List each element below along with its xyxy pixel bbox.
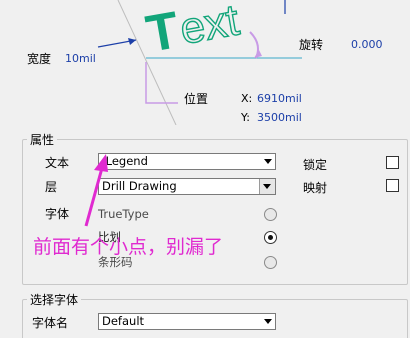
chevron-down-icon <box>264 159 272 164</box>
font-name-combo-value: Default <box>102 314 145 328</box>
chevron-down-icon <box>264 319 272 324</box>
rotation-label: 旋转 <box>299 38 324 52</box>
position-x-label: X: <box>241 92 253 105</box>
annotation-note: 前面有个小点，别漏了 <box>33 236 224 258</box>
width-value[interactable]: 10mil <box>65 52 96 65</box>
position-y-label: Y: <box>241 111 250 124</box>
position-label: 位置 <box>184 92 209 106</box>
font-select-group-title: 选择字体 <box>27 291 82 308</box>
font-option-truetype-radio[interactable] <box>264 208 277 221</box>
rotation-value[interactable]: 0.000 <box>351 38 383 51</box>
font-name-label: 字体名 <box>32 316 69 330</box>
font-option-stroke-radio[interactable] <box>264 231 277 244</box>
text-label: 文本 <box>45 156 70 170</box>
position-x-value[interactable]: 6910mil <box>257 92 302 105</box>
lock-label: 锁定 <box>303 158 328 172</box>
layer-combo[interactable]: Drill Drawing <box>98 178 276 195</box>
annotation-arrow <box>84 154 108 227</box>
text-preview-diagram: T ext 宽度 10mil 旋转 0.000 位置 X: 6910mil Y:… <box>0 0 410 125</box>
mirror-label: 映射 <box>303 181 328 195</box>
width-label: 宽度 <box>27 52 52 66</box>
font-option-barcode-radio[interactable] <box>264 256 277 269</box>
mirror-checkbox[interactable] <box>386 179 399 192</box>
font-label: 字体 <box>45 207 70 221</box>
font-name-combo[interactable]: Default <box>98 313 276 330</box>
position-y-value[interactable]: 3500mil <box>257 111 302 124</box>
chevron-down-icon <box>263 184 271 189</box>
lock-checkbox[interactable] <box>386 156 399 169</box>
layer-label: 层 <box>45 180 58 194</box>
text-combo[interactable]: .Legend <box>98 153 276 170</box>
text-letters-ext: ext <box>176 0 242 54</box>
properties-group-title: 属性 <box>27 131 58 148</box>
